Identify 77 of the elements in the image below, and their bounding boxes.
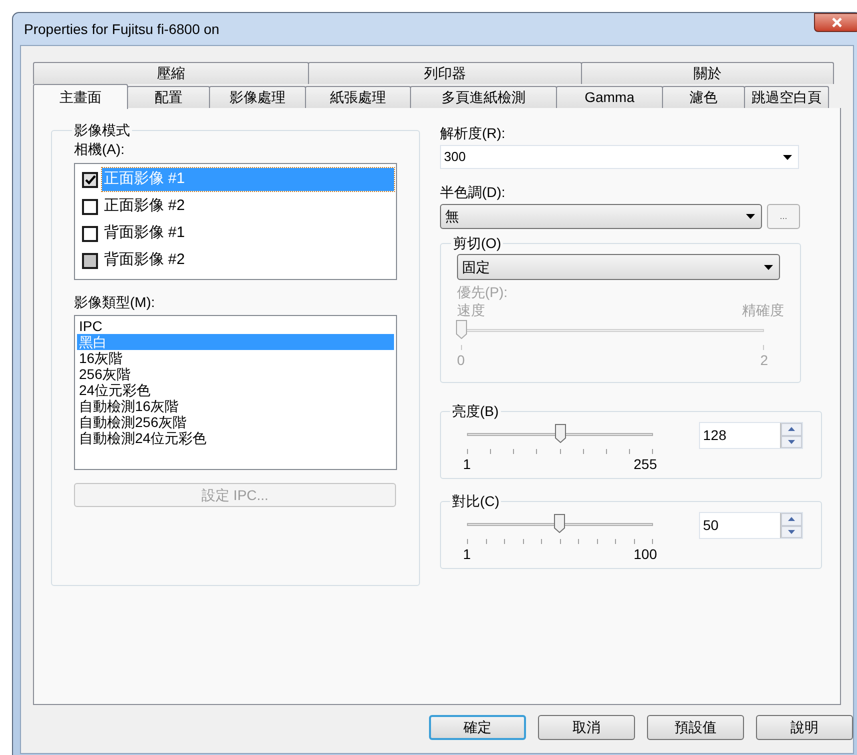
spin-box[interactable]: 50 [699, 512, 803, 539]
tab[interactable]: 主畫面 [33, 84, 128, 109]
camera-list[interactable]: 正面影像 #1 正面影像 #2 背面影像 #1 背面影像 #2 [74, 163, 397, 280]
dialog-button[interactable]: 確定 [429, 715, 526, 740]
slider-track[interactable] [467, 433, 653, 436]
tab[interactable]: 壓縮 [33, 62, 309, 84]
tab[interactable]: 濾色 [662, 86, 745, 108]
slider-track[interactable] [467, 523, 653, 526]
slider-max-label: 精確度 [742, 301, 784, 319]
field-label: 半色調(D): [440, 183, 506, 202]
slider-max-label: 255 [634, 455, 657, 474]
slider-thumb[interactable] [554, 423, 567, 444]
dialog-button[interactable]: 取消 [538, 715, 635, 740]
more-button[interactable]: ... [767, 204, 800, 229]
cropping-dropdown[interactable]: 固定 [457, 254, 780, 280]
spin-value: 128 [702, 426, 728, 445]
group-title: 對比(C) [451, 492, 500, 511]
close-icon [831, 17, 843, 28]
list-item[interactable]: 正面影像 #2 [102, 195, 394, 218]
list-item[interactable]: 256灰階 [77, 366, 394, 382]
spin-down-button[interactable] [781, 526, 802, 538]
up-arrow-icon [787, 426, 796, 432]
spin-box[interactable]: 128 [699, 422, 803, 449]
tab[interactable]: Gamma [556, 86, 663, 108]
field-label: 相機(A): [74, 140, 126, 159]
dropdown-arrow-icon [783, 154, 792, 160]
spin-up-button[interactable] [781, 423, 802, 436]
spin-down-button[interactable] [781, 436, 802, 448]
down-arrow-icon [787, 528, 796, 535]
tab[interactable]: 紙張處理 [305, 86, 411, 108]
slider-min-label: 1 [463, 545, 471, 564]
up-arrow-icon [787, 516, 796, 522]
field-label: 優先(P): [457, 283, 509, 301]
checkbox[interactable] [82, 172, 98, 188]
dropdown-arrow-icon [764, 264, 773, 270]
group-title: 剪切(O) [452, 234, 502, 253]
dropdown-value: 300 [444, 148, 467, 166]
window-title: Properties for Fujitsu fi-6800 on [24, 20, 220, 39]
dropdown-arrow-icon [746, 214, 755, 219]
list-item[interactable]: 背面影像 #1 [102, 222, 394, 245]
dialog-button[interactable]: 說明 [756, 715, 853, 740]
list-item[interactable]: IPC [77, 318, 394, 334]
tab[interactable]: 跳過空白頁 [744, 86, 829, 108]
tab[interactable]: 列印器 [308, 62, 582, 84]
spin-value: 50 [702, 516, 720, 535]
slider-min-label: 1 [463, 455, 471, 474]
image-type-list[interactable]: IPC 黑白 16灰階 256灰階 24位元彩色 自動檢測16灰階 自動檢測256灰階 自動檢測24位元彩色 [74, 315, 397, 470]
list-item[interactable]: 自動檢測24位元彩色 [77, 430, 394, 446]
tab[interactable]: 多頁進紙檢測 [410, 86, 557, 108]
close-button[interactable] [814, 13, 857, 32]
group-title: 影像模式 [73, 121, 131, 140]
field-label: 影像類型(M): [74, 293, 156, 312]
tab[interactable]: 關於 [581, 62, 834, 84]
list-item[interactable]: 24位元彩色 [77, 382, 394, 398]
tab[interactable]: 配置 [127, 86, 210, 108]
halftone-dropdown[interactable]: 無 [440, 204, 762, 229]
tab[interactable]: 影像處理 [209, 86, 306, 108]
slider-max-label: 2 [760, 351, 768, 370]
resolution-dropdown[interactable]: 300 [440, 145, 799, 169]
down-arrow-icon [787, 438, 796, 445]
checkbox[interactable] [82, 198, 98, 214]
list-item[interactable]: 自動檢測256灰階 [77, 414, 394, 430]
spin-up-button[interactable] [781, 513, 802, 526]
slider-thumb[interactable] [455, 319, 468, 340]
dropdown-value: 無 [445, 207, 460, 226]
slider-min-label: 速度 [457, 301, 485, 319]
dropdown-value: 固定 [462, 258, 491, 276]
group-title: 亮度(B) [451, 402, 500, 421]
field-label: 解析度(R): [440, 124, 506, 143]
slider-min-label: 0 [457, 351, 465, 370]
dialog-button[interactable]: 預設值 [647, 715, 744, 740]
list-item[interactable]: 自動檢測16灰階 [77, 398, 394, 414]
list-item[interactable]: 16灰階 [77, 350, 394, 366]
slider-max-label: 100 [634, 545, 657, 564]
slider-thumb[interactable] [553, 513, 566, 534]
checkbox[interactable] [82, 226, 98, 242]
list-item[interactable]: 背面影像 #2 [102, 249, 394, 272]
